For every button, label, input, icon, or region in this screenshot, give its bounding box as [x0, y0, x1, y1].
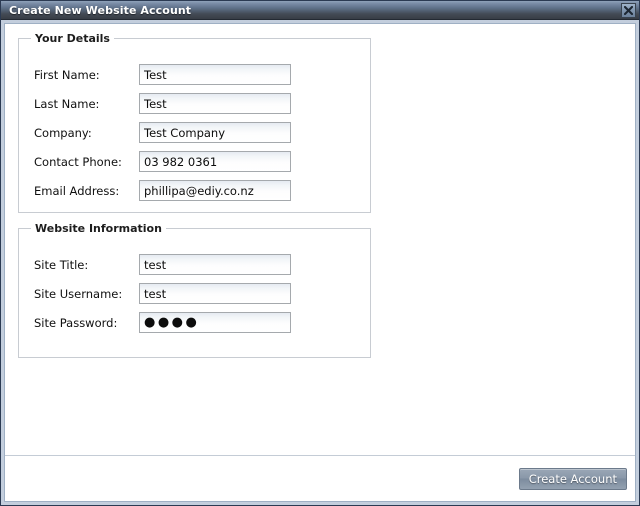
- input-email-address[interactable]: [139, 180, 291, 201]
- window-body: Your Details First Name: Last Name: Comp…: [1, 20, 639, 505]
- label-site-username: Site Username:: [34, 286, 123, 301]
- field-row: Contact Phone:: [19, 151, 370, 172]
- dialog-window: Create New Website Account Your Details …: [0, 0, 640, 506]
- input-site-username[interactable]: [139, 283, 291, 304]
- input-site-password[interactable]: ●●●●: [139, 312, 291, 333]
- close-icon: [624, 5, 633, 15]
- fieldset-legend-your-details: Your Details: [35, 32, 110, 45]
- input-contact-phone[interactable]: [139, 151, 291, 172]
- label-first-name: First Name:: [34, 67, 100, 82]
- fieldset-your-details: Your Details First Name: Last Name: Comp…: [18, 32, 371, 213]
- title-bar[interactable]: Create New Website Account: [1, 1, 639, 20]
- label-site-password: Site Password:: [34, 315, 118, 330]
- field-row: First Name:: [19, 64, 370, 85]
- form-area: Your Details First Name: Last Name: Comp…: [5, 24, 635, 455]
- close-button[interactable]: [621, 2, 636, 18]
- input-last-name[interactable]: [139, 93, 291, 114]
- fieldset-website-information: Website Information Site Title: Site Use…: [18, 222, 371, 358]
- field-row: Last Name:: [19, 93, 370, 114]
- input-first-name[interactable]: [139, 64, 291, 85]
- window-title: Create New Website Account: [9, 3, 192, 17]
- field-row: Company:: [19, 122, 370, 143]
- label-last-name: Last Name:: [34, 96, 100, 111]
- dialog-footer: Create Account: [5, 455, 635, 501]
- label-site-title: Site Title:: [34, 257, 89, 272]
- create-account-button[interactable]: Create Account: [518, 467, 627, 490]
- input-site-title[interactable]: [139, 254, 291, 275]
- field-row: Site Password: ●●●●: [19, 312, 370, 333]
- input-company[interactable]: [139, 122, 291, 143]
- content-pane: Your Details First Name: Last Name: Comp…: [4, 23, 636, 502]
- field-row: Site Username:: [19, 283, 370, 304]
- label-email-address: Email Address:: [34, 183, 120, 198]
- label-company: Company:: [34, 125, 92, 140]
- label-contact-phone: Contact Phone:: [34, 154, 122, 169]
- fieldset-legend-website-information: Website Information: [35, 222, 162, 235]
- field-row: Site Title:: [19, 254, 370, 275]
- field-row: Email Address:: [19, 180, 370, 201]
